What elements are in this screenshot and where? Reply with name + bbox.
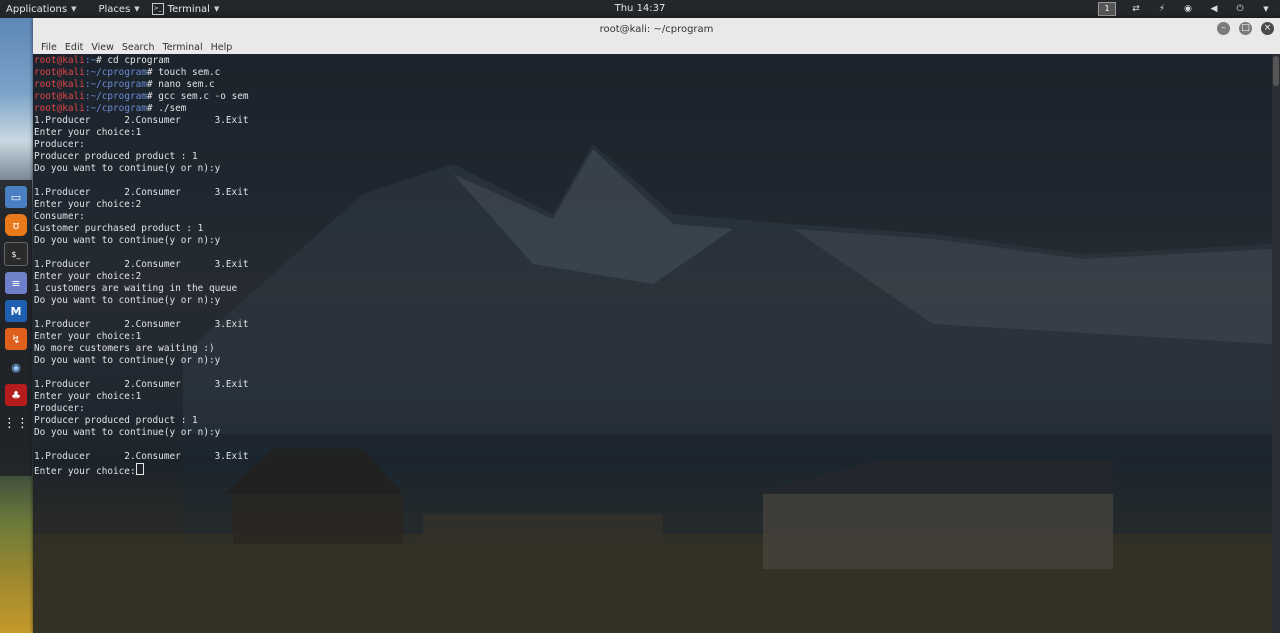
output-line: Enter your choice:2 [34, 199, 142, 210]
prompt-path: :~/cprogram [84, 67, 147, 78]
prompt-command: # gcc sem.c -o sem [146, 91, 249, 102]
window-title: root@kali: ~/cprogram [599, 23, 714, 35]
output-line: Consumer: [34, 211, 85, 222]
workspace-indicator[interactable]: 1 [1098, 2, 1116, 16]
output-line: Producer produced product : 1 [34, 415, 198, 426]
power-icon[interactable]: ⏻ [1234, 3, 1246, 15]
armitage-icon[interactable]: ↯ [5, 328, 27, 350]
prompt-line: root@kali:~/cprogram# ./sem [34, 103, 249, 115]
prompt-command: # touch sem.c [146, 67, 221, 78]
prompt-line: root@kali:~/cprogram# gcc sem.c -o sem [34, 91, 249, 103]
menu-edit[interactable]: Edit [61, 42, 87, 53]
output-line: 1.Producer 2.Consumer 3.Exit [34, 187, 249, 198]
dock: ▭ ʊ $_ ≡ M ↯ ◉ ♣ ⋮⋮ [0, 180, 32, 476]
prompt-user: root@kali [34, 55, 85, 66]
metasploit-icon[interactable]: M [5, 300, 27, 322]
minimize-icon[interactable]: – [1217, 22, 1230, 35]
maximize-icon[interactable]: □ [1239, 22, 1252, 35]
output-line: 1.Producer 2.Consumer 3.Exit [34, 319, 249, 330]
menu-search[interactable]: Search [118, 42, 159, 53]
files-icon[interactable]: ▭ [5, 186, 27, 208]
output-line: Do you want to continue(y or n):y [34, 235, 221, 246]
terminal-window: root@kali: ~/cprogram – □ × File Edit Vi… [33, 18, 1280, 633]
microphone-icon[interactable]: ◉ [1182, 3, 1194, 15]
places-label: Places [98, 3, 131, 15]
prompt-line: root@kali:~/cprogram# nano sem.c [34, 79, 249, 91]
window-controls: – □ × [1217, 22, 1274, 35]
terminal-icon: >_ [151, 3, 164, 15]
terminal-icon[interactable]: $_ [4, 242, 28, 266]
prompt-command: # ./sem [146, 103, 187, 114]
burp-icon[interactable]: ʊ [5, 214, 27, 236]
menu-terminal[interactable]: Terminal [159, 42, 207, 53]
network-icon[interactable]: ⇄ [1130, 3, 1142, 15]
eye-icon[interactable]: ◉ [5, 356, 27, 378]
prompt-path: :~/cprogram [84, 91, 147, 102]
prompt-command: # nano sem.c [146, 79, 215, 90]
menu-file[interactable]: File [37, 42, 61, 53]
volume-icon[interactable]: ◀ [1208, 3, 1220, 15]
scrollbar-thumb[interactable] [1273, 56, 1279, 86]
prompt-user: root@kali [34, 79, 85, 90]
prompt-user: root@kali [34, 103, 85, 114]
output-line: Producer: [34, 139, 85, 150]
output-line: 1 customers are waiting in the queue [34, 283, 238, 294]
output-line: 1.Producer 2.Consumer 3.Exit [34, 451, 249, 462]
cherrytree-icon[interactable]: ♣ [5, 384, 27, 406]
places-menu[interactable]: Places ▼ [92, 0, 145, 18]
text-editor-icon[interactable]: ≡ [5, 272, 27, 294]
prompt-user: root@kali [34, 91, 85, 102]
output-line: Do you want to continue(y or n):y [34, 295, 221, 306]
output-line: Do you want to continue(y or n):y [34, 163, 221, 174]
chevron-down-icon: ▼ [134, 5, 140, 13]
menu-view[interactable]: View [87, 42, 118, 53]
input-line[interactable]: Enter your choice: [34, 463, 249, 477]
chevron-down-icon[interactable]: ▼ [1260, 3, 1272, 15]
apps-grid-icon[interactable]: ⋮⋮ [3, 412, 29, 434]
status-area: 1 ⇄ ⚡ ◉ ◀ ⏻ ▼ [1098, 0, 1272, 18]
prompt-command: # cd cprogram [96, 55, 170, 66]
output-line: Enter your choice:1 [34, 127, 142, 138]
output-line: 1.Producer 2.Consumer 3.Exit [34, 379, 249, 390]
prompt-line: root@kali:~/cprogram# touch sem.c [34, 67, 249, 79]
input-prompt: Enter your choice: [34, 466, 136, 477]
prompt-path: :~/cprogram [84, 79, 147, 90]
text-cursor [135, 463, 144, 475]
output-line: Customer purchased product : 1 [34, 223, 204, 234]
terminal-app-label: Terminal [167, 3, 210, 15]
output-line: 1.Producer 2.Consumer 3.Exit [34, 259, 249, 270]
menu-bar: File Edit View Search Terminal Help [33, 40, 1280, 54]
prompt-path: :~/cprogram [84, 103, 147, 114]
close-icon[interactable]: × [1261, 22, 1274, 35]
output-line: 1.Producer 2.Consumer 3.Exit [34, 115, 249, 126]
terminal-text: root@kali:~# cd cprogram root@kali:~/cpro… [34, 55, 249, 477]
menu-help[interactable]: Help [207, 42, 237, 53]
terminal-output[interactable]: root@kali:~# cd cprogram root@kali:~/cpro… [33, 54, 1272, 633]
output-line: Enter your choice:1 [34, 391, 142, 402]
prompt-path: :~ [84, 55, 97, 66]
scrollbar[interactable] [1272, 54, 1280, 633]
applications-label: Applications [6, 3, 68, 15]
output-line: Producer produced product : 1 [34, 151, 198, 162]
applications-menu[interactable]: Applications ▼ [0, 0, 82, 18]
prompt-line: root@kali:~# cd cprogram [34, 55, 249, 67]
output-line: Producer: [34, 403, 85, 414]
output-line: Enter your choice:1 [34, 331, 142, 342]
wifi-off-icon[interactable]: ⚡ [1156, 3, 1168, 15]
output-line: Do you want to continue(y or n):y [34, 427, 221, 438]
window-titlebar[interactable]: root@kali: ~/cprogram – □ × [33, 18, 1280, 40]
terminal-app-menu[interactable]: >_ Terminal ▼ [146, 0, 226, 18]
chevron-down-icon: ▼ [213, 5, 220, 13]
output-line: No more customers are waiting :) [34, 343, 215, 354]
output-line: Enter your choice:2 [34, 271, 142, 282]
prompt-user: root@kali [34, 67, 85, 78]
output-line: Do you want to continue(y or n):y [34, 355, 221, 366]
chevron-down-icon: ▼ [71, 5, 77, 13]
top-panel: Applications ▼ Places ▼ >_ Terminal ▼ Th… [0, 0, 1280, 18]
